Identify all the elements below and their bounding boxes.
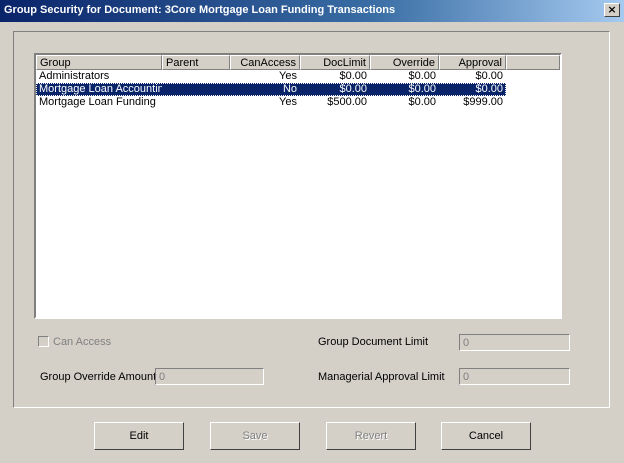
column-header-canaccess[interactable]: CanAccess	[230, 55, 300, 70]
cell-canaccess: Yes	[279, 70, 297, 82]
managerial-approval-limit-field[interactable]: 0	[459, 368, 570, 385]
group-list[interactable]: Group Parent CanAccess DocLimit Override…	[34, 53, 562, 319]
cell-approval: $999.00	[463, 96, 503, 108]
cell-doclimit: $500.00	[327, 96, 367, 108]
can-access-label: Can Access	[53, 336, 112, 348]
cell-group: Mortgage Loan Funding	[39, 96, 156, 108]
cell-doclimit: $0.00	[339, 83, 367, 95]
cancel-button[interactable]: Cancel	[441, 422, 531, 450]
group-document-limit-field[interactable]: 0	[459, 334, 570, 351]
cell-override: $0.00	[408, 70, 436, 82]
cell-override: $0.00	[408, 83, 436, 95]
cell-parent	[162, 83, 230, 96]
cell-canaccess: No	[282, 83, 297, 95]
revert-button[interactable]: Revert	[326, 422, 416, 450]
group-document-limit-label: Group Document Limit	[318, 336, 429, 348]
column-header-override[interactable]: Override	[370, 55, 439, 70]
table-row[interactable]: Mortgage Loan Funding Yes $500.00 $0.00 …	[36, 96, 506, 109]
cell-parent	[162, 70, 230, 83]
cell-doclimit: $0.00	[339, 70, 367, 82]
cell-group: Administrators	[39, 70, 110, 82]
column-header-parent[interactable]: Parent	[162, 55, 230, 70]
column-header-approval[interactable]: Approval	[439, 55, 506, 70]
group-override-amount-field[interactable]: 0	[155, 368, 264, 385]
title-bar: Group Security for Document: 3Core Mortg…	[0, 0, 624, 22]
managerial-approval-limit-label: Managerial Approval Limit	[318, 371, 445, 383]
cell-group: Mortgage Loan Accounting	[39, 83, 162, 95]
can-access-checkbox-wrap: Can Access	[38, 336, 111, 348]
cell-canaccess: Yes	[279, 96, 297, 108]
close-button[interactable]: ×	[604, 3, 620, 17]
column-header-doclimit[interactable]: DocLimit	[300, 55, 370, 70]
cell-override: $0.00	[408, 96, 436, 108]
window-title: Group Security for Document: 3Core Mortg…	[4, 4, 396, 16]
column-header-group[interactable]: Group	[36, 55, 162, 70]
table-row[interactable]: Administrators Yes $0.00 $0.00 $0.00	[36, 70, 506, 83]
table-row-selected[interactable]: Mortgage Loan Accounting No $0.00 $0.00 …	[36, 83, 506, 96]
edit-button[interactable]: Edit	[94, 422, 184, 450]
cell-approval: $0.00	[475, 70, 503, 82]
can-access-checkbox[interactable]	[38, 336, 49, 347]
save-button[interactable]: Save	[210, 422, 300, 450]
column-header-filler	[506, 55, 560, 70]
cell-parent	[162, 96, 230, 109]
list-header: Group Parent CanAccess DocLimit Override…	[36, 55, 560, 70]
group-override-amount-label: Group Override Amount	[40, 371, 157, 383]
cell-approval: $0.00	[475, 83, 503, 95]
